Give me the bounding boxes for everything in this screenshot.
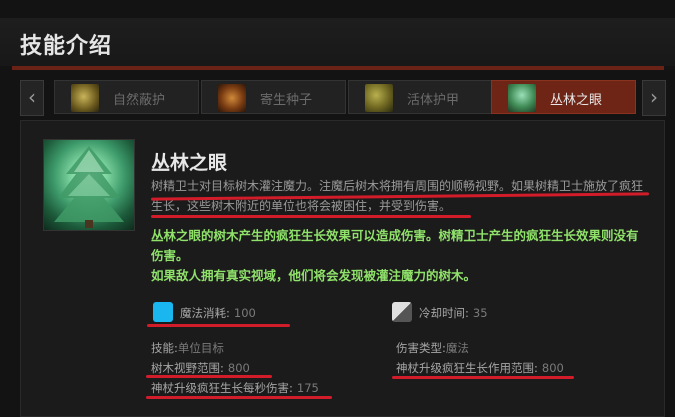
ability-type-value: 单位目标	[177, 341, 224, 355]
cooldown-value: 35	[472, 306, 488, 320]
skill-note-line-2: 如果敌人拥有真实视域，他们将会发现被灌注魔力的树木。	[151, 268, 477, 283]
mana-icon	[153, 302, 173, 322]
annotation-underline	[146, 396, 332, 399]
skill-portrait-icon	[43, 139, 135, 231]
annotation-underline	[151, 215, 471, 218]
damage-type-value: 魔法	[445, 341, 469, 355]
tree-vision-label: 树木视野范围:	[151, 361, 224, 375]
tab-living-armor[interactable]: 活体护甲	[348, 80, 493, 114]
overgrowth-range-value: 800	[541, 361, 564, 375]
overgrowth-range: 神杖升级疯狂生长作用范围: 800	[396, 360, 564, 376]
mana-cost-label: 魔法消耗:	[180, 306, 230, 320]
annotation-underline	[392, 376, 574, 379]
tab-label: 寄生种子	[260, 93, 313, 108]
living-armor-icon	[365, 84, 393, 112]
annotation-underline	[146, 375, 272, 378]
tree-vision-value: 800	[227, 361, 250, 375]
prev-arrow-button[interactable]: ‹	[20, 80, 44, 116]
mana-cost: 魔法消耗: 100	[180, 305, 256, 321]
overgrowth-range-label: 神杖升级疯狂生长作用范围:	[396, 361, 538, 375]
damage-type-label: 伤害类型:	[396, 341, 446, 355]
overgrowth-dps: 神杖升级疯狂生长每秒伤害: 175	[151, 380, 319, 396]
cooldown-label: 冷却时间:	[419, 306, 469, 320]
cooldown-icon	[392, 302, 412, 322]
skill-tab-bar: ‹ 自然蔽护 寄生种子 活体护甲 丛林之眼 ›	[20, 80, 666, 116]
tab-nature-guise[interactable]: 自然蔽护	[54, 80, 199, 114]
annotation-underline	[147, 324, 290, 327]
overgrowth-dps-value: 175	[296, 381, 319, 395]
cooldown: 冷却时间: 35	[419, 305, 488, 321]
tab-leech-seed[interactable]: 寄生种子	[201, 80, 346, 114]
mana-cost-value: 100	[233, 306, 256, 320]
page-title: 技能介绍	[20, 34, 113, 59]
header-bar: 技能介绍	[0, 18, 675, 66]
nature-guise-icon	[71, 84, 99, 112]
ability-type: 技能:单位目标	[151, 340, 224, 356]
overgrowth-dps-label: 神杖升级疯狂生长每秒伤害:	[151, 381, 293, 395]
header-divider	[12, 66, 664, 70]
skill-note-line-1: 丛林之眼的树木产生的疯狂生长效果可以造成伤害。树精卫士产生的疯狂生长效果则没有伤…	[151, 228, 639, 263]
tab-label: 丛林之眼	[550, 93, 603, 108]
skill-note: 丛林之眼的树木产生的疯狂生长效果可以造成伤害。树精卫士产生的疯狂生长效果则没有伤…	[151, 226, 646, 286]
damage-type: 伤害类型:魔法	[396, 340, 469, 356]
next-arrow-button[interactable]: ›	[642, 80, 666, 116]
tree-vision-range: 树木视野范围: 800	[151, 360, 250, 376]
tab-eyes-in-the-forest[interactable]: 丛林之眼	[491, 80, 636, 114]
skill-name: 丛林之眼	[151, 152, 228, 174]
tab-label: 活体护甲	[407, 93, 460, 108]
leech-seed-icon	[218, 84, 246, 112]
eyes-in-the-forest-icon	[508, 84, 536, 112]
tab-label: 自然蔽护	[113, 93, 166, 108]
ability-type-label: 技能:	[151, 341, 178, 355]
